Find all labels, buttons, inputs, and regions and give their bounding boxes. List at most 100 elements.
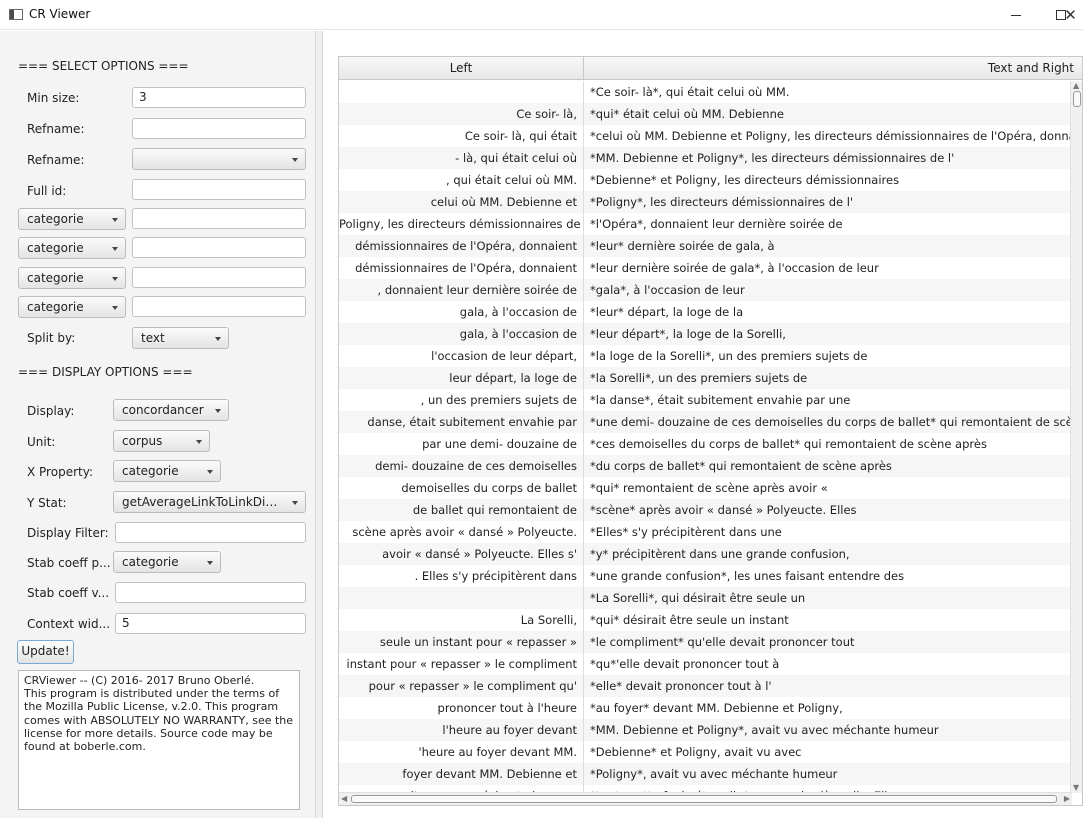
table-row[interactable]: Poligny, les directeurs démissionnaires …	[339, 213, 1082, 235]
table-row[interactable]: Ce soir- là, qui était *celui où MM. Debi…	[339, 125, 1082, 147]
text-and-right-cell: *Ce soir- là*, qui était celui où MM.	[590, 85, 790, 99]
table-row[interactable]: , qui était celui où MM. *Debienne* et Po…	[339, 169, 1082, 191]
table-row[interactable]: foyer devant MM. Debienne et *Poligny*, a…	[339, 763, 1082, 785]
x-property-combo[interactable]: categorie	[113, 460, 221, 482]
left-context-cell: gala, à l'occasion de	[339, 301, 584, 323]
table-row[interactable]: leur départ, la loge de *la Sorelli*, un …	[339, 367, 1082, 389]
unit-combo[interactable]: corpus	[113, 430, 210, 452]
table-row[interactable]: danse, était subitement envahie par *une …	[339, 411, 1082, 433]
categorie-combo-4[interactable]: categorie	[18, 296, 126, 318]
left-context-cell: , un des premiers sujets de	[339, 389, 584, 411]
table-row[interactable]: l'heure au foyer devant *MM. Debienne et …	[339, 719, 1082, 741]
y-stat-combo[interactable]: getAverageLinkToLinkDist...	[113, 491, 306, 513]
table-row[interactable]: . Elles s'y précipitèrent dans *une grand…	[339, 565, 1082, 587]
update-button[interactable]: Update!	[17, 640, 74, 664]
categorie-value-input-2[interactable]	[132, 237, 306, 258]
table-row[interactable]: 'heure au foyer devant MM. *Debienne* et …	[339, 741, 1082, 763]
left-context-cell: demi- douzaine de ces demoiselles	[339, 455, 584, 477]
table-row[interactable]: seule un instant pour « repasser » *le co…	[339, 631, 1082, 653]
text-and-right-cell: *leur* dernière soirée de gala, à	[590, 239, 775, 253]
full-id-label: Full id:	[27, 184, 67, 198]
stab-coeff-v-input[interactable]	[115, 582, 306, 603]
scroll-up-icon[interactable]: ▲	[1073, 82, 1079, 90]
categorie-combo-1[interactable]: categorie	[18, 208, 126, 230]
refname-input[interactable]	[132, 118, 306, 139]
display-combo[interactable]: concordancer	[113, 399, 229, 421]
y-stat-value: getAverageLinkToLinkDist...	[122, 495, 281, 509]
table-row[interactable]: scène après avoir « dansé » Polyeucte. *E…	[339, 521, 1082, 543]
table-row[interactable]: l'occasion de leur départ, *la loge de la…	[339, 345, 1082, 367]
stab-coeff-p-combo[interactable]: categorie	[113, 551, 221, 573]
vertical-scrollbar[interactable]: ▲ ▼	[1070, 81, 1082, 793]
table-row[interactable]: *La Sorelli*, qui désirait être seule un	[339, 587, 1082, 609]
text-and-right-cell: *MM. Debienne et Poligny*, avait vu avec…	[590, 723, 939, 737]
table-row[interactable]: gala, à l'occasion de *leur départ*, la l…	[339, 323, 1082, 345]
text-and-right-cell: *qui* remontaient de scène après avoir «	[590, 481, 828, 495]
display-filter-input[interactable]	[115, 522, 306, 543]
table-row[interactable]: *Ce soir- là*, qui était celui où MM.	[339, 81, 1082, 103]
categorie-value-input-4[interactable]	[132, 296, 306, 317]
split-pane-divider[interactable]	[315, 31, 323, 818]
close-button[interactable]: ✕	[1058, 0, 1083, 30]
stab-coeff-v-label: Stab coeff v...	[27, 586, 110, 600]
context-width-input[interactable]: 5	[115, 613, 306, 634]
table-row[interactable]: démissionnaires de l'Opéra, donnaient *le…	[339, 257, 1082, 279]
table-row[interactable]: prononcer tout à l'heure *au foyer* devan…	[339, 697, 1082, 719]
refname-combo[interactable]	[132, 148, 306, 170]
left-context-cell: Ce soir- là, qui était	[339, 125, 584, 147]
text-and-right-cell: *Poligny*, les directeurs démissionnaire…	[590, 195, 854, 209]
window-title: CR Viewer	[29, 7, 91, 21]
table-row[interactable]: , un des premiers sujets de *la danse*, é…	[339, 389, 1082, 411]
text-and-right-cell: *qu*'elle devait prononcer tout à	[590, 657, 780, 671]
categorie-value-input-1[interactable]	[132, 208, 306, 229]
left-context-cell: de ballet qui remontaient de	[339, 499, 584, 521]
vertical-scroll-thumb[interactable]	[1073, 91, 1081, 107]
table-body: *Ce soir- là*, qui était celui où MM. Ce …	[339, 81, 1082, 793]
table-row[interactable]: , donnaient leur dernière soirée de *gala…	[339, 279, 1082, 301]
full-id-input[interactable]	[132, 179, 306, 200]
table-row[interactable]: Ce soir- là, *qui* était celui où MM. Deb…	[339, 103, 1082, 125]
select-options-header: === SELECT OPTIONS ===	[18, 59, 189, 73]
table-row[interactable]: démissionnaires de l'Opéra, donnaient *le…	[339, 235, 1082, 257]
categorie-value-input-3[interactable]	[132, 267, 306, 288]
y-stat-label: Y Stat:	[27, 496, 67, 510]
table-row[interactable]: par une demi- douzaine de *ces demoiselle…	[339, 433, 1082, 455]
table-row[interactable]: - là, qui était celui où *MM. Debienne et…	[339, 147, 1082, 169]
column-header-text-and-right[interactable]: Text and Right	[585, 57, 1082, 80]
column-header-left[interactable]: Left	[339, 57, 584, 80]
table-row[interactable]: instant pour « repasser » le compliment *…	[339, 653, 1082, 675]
unit-value: corpus	[122, 434, 163, 448]
categorie-combo-3[interactable]: categorie	[18, 267, 126, 289]
text-and-right-cell: *celui où MM. Debienne et Poligny, les d…	[590, 129, 1070, 143]
horizontal-scrollbar[interactable]: ◀ ▶	[339, 792, 1072, 805]
categorie-combo-value: categorie	[27, 212, 84, 226]
scroll-right-icon[interactable]: ▶	[1064, 795, 1070, 803]
table-row[interactable]: celui où MM. Debienne et *Poligny*, les d…	[339, 191, 1082, 213]
table-row[interactable]: pour « repasser » le compliment qu' *elle…	[339, 675, 1082, 697]
split-by-combo[interactable]: text	[132, 327, 229, 349]
horizontal-scroll-thumb[interactable]	[351, 795, 1057, 803]
text-and-right-cell: *le compliment* qu'elle devait prononcer…	[590, 635, 855, 649]
x-property-label: X Property:	[27, 465, 93, 479]
close-icon: ✕	[1064, 5, 1077, 24]
unit-label: Unit:	[27, 435, 56, 449]
text-and-right-cell: *y* précipitèrent dans une grande confus…	[590, 547, 850, 561]
min-size-input[interactable]: 3	[132, 87, 306, 108]
table-row[interactable]: demoiselles du corps de ballet *qui* remo…	[339, 477, 1082, 499]
left-context-cell: , donnaient leur dernière soirée de	[339, 279, 584, 301]
table-row[interactable]: de ballet qui remontaient de *scène* aprè…	[339, 499, 1082, 521]
table-row[interactable]: La Sorelli, *qui* désirait être seule un …	[339, 609, 1082, 631]
context-width-label: Context wid...	[27, 617, 111, 631]
table-row[interactable]: gala, à l'occasion de *leur* départ, la l…	[339, 301, 1082, 323]
scroll-down-icon[interactable]: ▼	[1073, 784, 1079, 792]
text-and-right-cell: *ces demoiselles du corps de ballet* qui…	[590, 437, 987, 451]
refname-label: Refname:	[27, 122, 85, 136]
table-row[interactable]: demi- douzaine de ces demoiselles *du cor…	[339, 455, 1082, 477]
left-context-cell: avoir « dansé » Polyeucte. Elles s'	[339, 543, 584, 565]
table-row[interactable]: avoir « dansé » Polyeucte. Elles s' *y* p…	[339, 543, 1082, 565]
categorie-combo-value: categorie	[27, 241, 84, 255]
minimize-button[interactable]	[993, 0, 1038, 30]
left-context-cell: Poligny, les directeurs démissionnaires …	[339, 213, 584, 235]
scroll-left-icon[interactable]: ◀	[341, 795, 347, 803]
categorie-combo-2[interactable]: categorie	[18, 237, 126, 259]
